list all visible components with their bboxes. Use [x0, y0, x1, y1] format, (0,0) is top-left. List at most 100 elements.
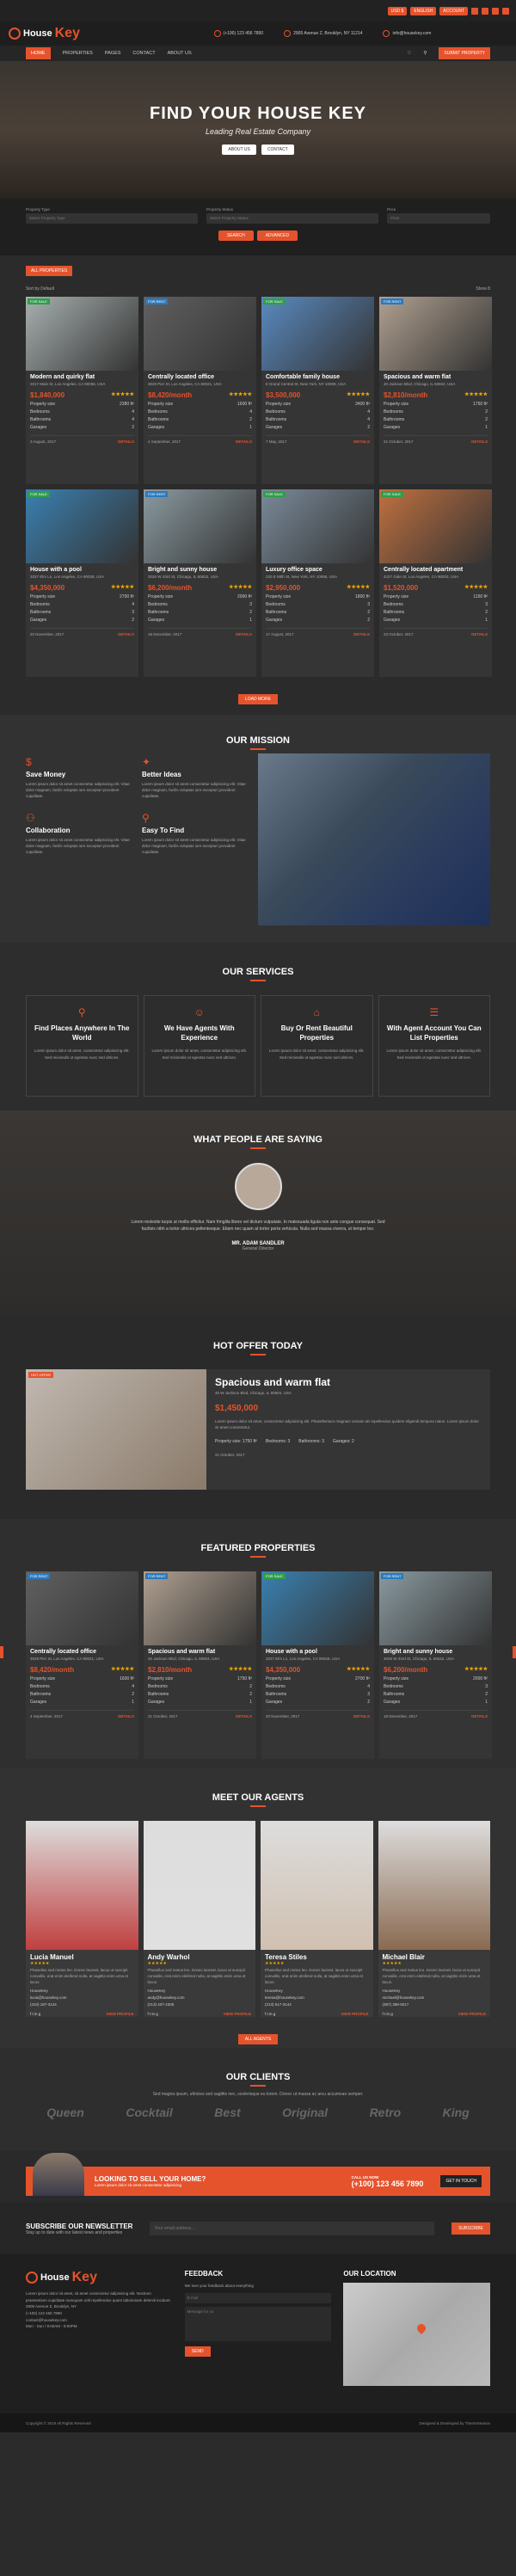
feedback-email-input[interactable]: E-mail: [184, 2292, 332, 2303]
details-link[interactable]: DETAILS: [471, 632, 488, 636]
property-image[interactable]: FOR SALE: [261, 1571, 374, 1645]
property-image[interactable]: FOR SALE: [26, 297, 138, 371]
hot-offer-card[interactable]: HOT OFFER Spacious and warm flat 40 W Ja…: [26, 1369, 490, 1490]
sort-select[interactable]: Sort by Default: [26, 286, 54, 292]
all-agents-button[interactable]: ALL AGENTS: [237, 2034, 279, 2044]
details-link[interactable]: DETAILS: [236, 440, 252, 444]
details-link[interactable]: DETAILS: [236, 1714, 252, 1718]
details-link[interactable]: DETAILS: [236, 632, 252, 636]
agent-card[interactable]: Andy Warhol ★★★★★ Phasellus sed metus leo.…: [143, 1821, 255, 2017]
property-image[interactable]: FOR SALE: [261, 489, 374, 563]
property-card[interactable]: FOR RENT Spacious and warm flat 40 Jacks…: [144, 1571, 256, 1759]
footer-phone[interactable]: (+100) 123 456 7890: [26, 2310, 173, 2317]
logo[interactable]: House Key: [9, 26, 138, 41]
location-map[interactable]: [343, 2283, 491, 2386]
footer-logo[interactable]: House Key: [26, 2270, 155, 2285]
agent-social-icons[interactable]: f t in g: [30, 2012, 40, 2016]
agent-name[interactable]: Teresa Stiles: [265, 1953, 369, 1961]
details-link[interactable]: DETAILS: [353, 440, 370, 444]
subscribe-button[interactable]: SUBSCRIBE: [452, 2222, 490, 2235]
contact-button[interactable]: CONTACT: [261, 144, 294, 155]
property-title[interactable]: Centrally located office: [30, 1649, 134, 1655]
property-image[interactable]: FOR SALE: [379, 489, 492, 563]
details-link[interactable]: DETAILS: [471, 1714, 488, 1718]
nav-home[interactable]: HOME: [26, 47, 51, 59]
property-image[interactable]: FOR RENT: [379, 1571, 492, 1645]
property-card[interactable]: FOR SALE House with a pool 2027 Elm Ln, …: [26, 489, 138, 677]
property-image[interactable]: FOR RENT: [26, 1571, 138, 1645]
cta-phone[interactable]: (+100) 123 456 7890: [352, 2179, 424, 2188]
twitter-icon[interactable]: [482, 7, 488, 15]
agent-web[interactable]: HouseKey: [30, 1988, 134, 1995]
next-arrow-icon[interactable]: ›: [513, 1646, 516, 1659]
property-card[interactable]: FOR SALE Modern and quirky flat 2017 Mai…: [26, 297, 138, 484]
agent-card[interactable]: Michael Blair ★★★★★ Phasellus sed metus le…: [378, 1821, 490, 2017]
view-profile-link[interactable]: VIEW PROFILE: [106, 2012, 133, 2016]
agent-web[interactable]: HouseKey: [148, 1988, 252, 1995]
agent-name[interactable]: Michael Blair: [383, 1953, 487, 1961]
about-us-button[interactable]: ABOUT US: [222, 144, 256, 155]
property-image[interactable]: FOR RENT: [144, 1571, 256, 1645]
agent-web[interactable]: HouseKey: [383, 1988, 487, 1995]
footer-email[interactable]: contact@housekey.com: [26, 2317, 173, 2324]
feedback-message-input[interactable]: Message for us: [184, 2306, 332, 2341]
agent-name[interactable]: Lucia Manuel: [30, 1953, 134, 1961]
show-select[interactable]: Show 8: [476, 286, 490, 292]
property-card[interactable]: FOR RENT Spacious and warm flat 40 Jacks…: [379, 297, 492, 484]
details-link[interactable]: DETAILS: [118, 632, 134, 636]
property-title[interactable]: Centrally located apartment: [384, 567, 488, 573]
property-title[interactable]: Modern and quirky flat: [30, 374, 134, 380]
property-card[interactable]: FOR SALE Centrally located apartment 422…: [379, 489, 492, 677]
hot-offer-name[interactable]: Spacious and warm flat: [215, 1376, 482, 1388]
agent-phone[interactable]: (213) 437-2305: [148, 2001, 252, 2008]
property-type-select[interactable]: Select Property Type: [26, 213, 198, 224]
agent-phone[interactable]: (310) 187-3144: [30, 2001, 134, 2008]
all-properties-button[interactable]: ALL PROPERTIES: [26, 266, 73, 276]
details-link[interactable]: DETAILS: [353, 632, 370, 636]
property-title[interactable]: Bright and sunny house: [384, 1649, 488, 1655]
view-profile-link[interactable]: VIEW PROFILE: [224, 2012, 251, 2016]
currency-select[interactable]: USD $: [387, 6, 408, 15]
nav-pages[interactable]: PAGES: [105, 51, 121, 56]
details-link[interactable]: DETAILS: [118, 440, 134, 444]
property-card[interactable]: FOR SALE Luxury office space 220 E 68th …: [261, 489, 374, 677]
property-title[interactable]: Spacious and warm flat: [148, 1649, 252, 1655]
property-image[interactable]: FOR RENT: [144, 297, 256, 371]
agent-card[interactable]: Teresa Stiles ★★★★★ Phasellus sed metus le…: [261, 1821, 373, 2017]
nav-properties[interactable]: PROPERTIES: [63, 51, 93, 56]
send-button[interactable]: SEND: [184, 2345, 211, 2357]
price-select[interactable]: Price: [387, 213, 490, 224]
details-link[interactable]: DETAILS: [353, 1714, 370, 1718]
property-card[interactable]: FOR RENT Centrally located office 3029 P…: [26, 1571, 138, 1759]
header-phone[interactable]: (+100) 123 456 7890: [224, 31, 264, 36]
nav-contact[interactable]: CONTACT: [132, 51, 155, 56]
get-in-touch-button[interactable]: GET IN TOUCH: [440, 2175, 482, 2187]
property-title[interactable]: Spacious and warm flat: [384, 374, 488, 380]
property-title[interactable]: House with a pool: [266, 1649, 370, 1655]
agent-social-icons[interactable]: f t in g: [265, 2012, 275, 2016]
agent-email[interactable]: lucia@housekey.com: [30, 1995, 134, 2001]
newsletter-email-input[interactable]: Your email address...: [150, 2222, 435, 2235]
agent-phone[interactable]: (213) 517-3144: [265, 2001, 369, 2008]
heart-icon[interactable]: ♡: [407, 51, 411, 56]
instagram-icon[interactable]: [492, 7, 499, 15]
property-image[interactable]: FOR SALE: [261, 297, 374, 371]
agent-card[interactable]: Lucia Manuel ★★★★★ Phasellus sed metus leo…: [26, 1821, 138, 2017]
submit-property-button[interactable]: SUBMIT PROPERTY: [439, 47, 490, 59]
agent-phone[interactable]: (387) 398-5017: [383, 2001, 487, 2008]
user-icon[interactable]: ⚲: [423, 51, 427, 56]
language-select[interactable]: ENGLISH: [410, 6, 437, 15]
view-profile-link[interactable]: VIEW PROFILE: [458, 2012, 486, 2016]
advanced-button[interactable]: ADVANCED: [256, 231, 298, 241]
property-title[interactable]: Luxury office space: [266, 567, 370, 573]
view-profile-link[interactable]: VIEW PROFILE: [341, 2012, 368, 2016]
property-card[interactable]: FOR SALE Comfortable family house 8 Gran…: [261, 297, 374, 484]
property-title[interactable]: House with a pool: [30, 567, 134, 573]
agent-email[interactable]: michael@housekey.com: [383, 1995, 487, 2001]
prev-arrow-icon[interactable]: ‹: [0, 1646, 3, 1659]
property-card[interactable]: FOR SALE House with a pool 2027 Elm Ln, …: [261, 1571, 374, 1759]
property-title[interactable]: Centrally located office: [148, 374, 252, 380]
property-title[interactable]: Bright and sunny house: [148, 567, 252, 573]
property-image[interactable]: FOR SALE: [26, 489, 138, 563]
property-title[interactable]: Comfortable family house: [266, 374, 370, 380]
